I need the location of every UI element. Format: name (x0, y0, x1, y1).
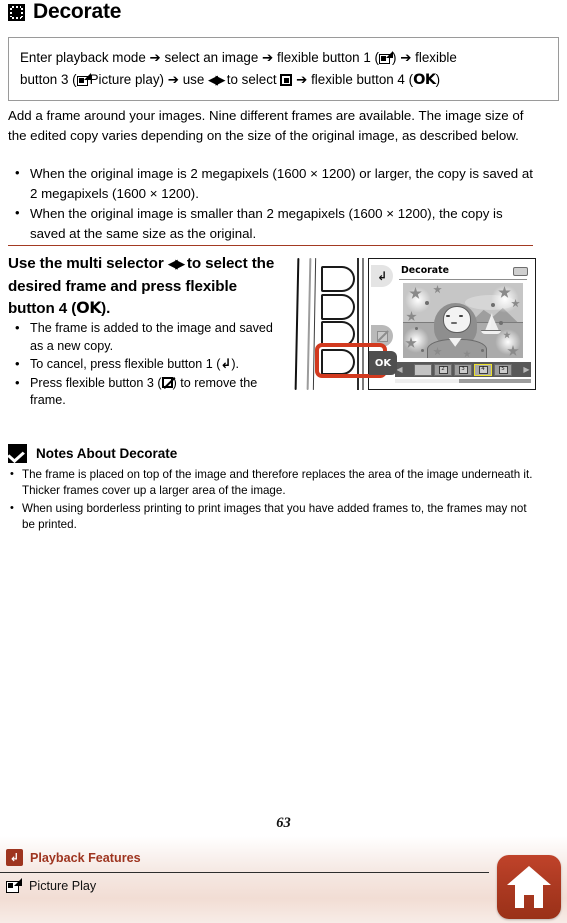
frame-thumbnail[interactable]: 3 (454, 363, 472, 376)
flexible-button-1[interactable] (321, 266, 355, 292)
ok-label: OK (413, 72, 436, 88)
frame-glow (405, 287, 431, 313)
frame-thumbnail-selected[interactable]: 4 (474, 363, 492, 376)
notes-body: The frame is placed on top of the image … (8, 466, 536, 535)
arrow-icon: ➔ (167, 73, 179, 88)
flexible-button-2[interactable] (321, 294, 355, 320)
breadcrumb-picture-play[interactable]: Picture Play (6, 878, 97, 893)
notes-title: Notes About Decorate (36, 446, 178, 461)
battery-icon (513, 267, 528, 276)
frame-dot (481, 349, 484, 352)
intro-paragraph: Add a frame around your images. Nine dif… (8, 108, 524, 143)
step-bullet-list: The frame is added to the image and save… (8, 319, 288, 411)
frame-dot (491, 303, 495, 307)
frame-glow (403, 327, 429, 353)
picture-play-icon (6, 878, 22, 893)
camera-screen: Decorate ↲ OK ◀ 2 3 4 5 ▶ (368, 258, 536, 390)
list-item: When the original image is smaller than … (8, 203, 536, 243)
multi-selector-left-right-icon: ◀▶ (167, 257, 186, 272)
photo-person-eye (446, 314, 451, 317)
section-divider (8, 245, 533, 246)
camera-body-edge (306, 258, 311, 390)
photo-person-eye (459, 314, 464, 317)
arrow-icon: ➔ (400, 51, 412, 66)
frame-thumbnail[interactable] (414, 363, 432, 376)
back-arrow-icon: ↲ (220, 357, 232, 373)
frame-thumbnail[interactable]: 2 (434, 363, 452, 376)
frame-glow (495, 329, 521, 355)
list-item: To cancel, press flexible button 1 (↲). (8, 355, 288, 374)
no-decorate-icon (161, 376, 173, 388)
frame-dot (425, 301, 429, 305)
frame-thumbnail-list: 2 3 4 5 (404, 363, 522, 376)
intro-bullet-list: When the original image is 2 megapixels … (8, 163, 536, 244)
screen-scrollbar[interactable] (395, 379, 531, 383)
page-number: 63 (276, 815, 291, 831)
breadcrumb-divider (0, 872, 489, 874)
page-title-row: Decorate (8, 0, 121, 24)
arrow-icon: ➔ (262, 51, 274, 66)
steps-line-2: button 3 (Picture play) ➔ use ◀▶ to sele… (20, 72, 441, 88)
frame-thumbnail[interactable]: 5 (494, 363, 512, 376)
caution-checkmark-icon (8, 444, 27, 463)
frame-dot (415, 327, 418, 330)
home-button[interactable] (497, 855, 561, 919)
frame-dot (421, 349, 424, 352)
screen-back-button[interactable]: ↲ (371, 265, 393, 287)
multi-selector-left-right-icon: ◀▶ (208, 73, 226, 88)
scrollbar-thumb[interactable] (395, 379, 459, 383)
frame-dot (499, 321, 503, 325)
step-heading: Use the multi selector ◀▶ to select the … (8, 255, 275, 317)
manual-page: Decorate Enter playback mode ➔ select an… (0, 0, 567, 923)
photo-person-mouth (451, 322, 457, 324)
back-arrow-icon: ↲ (6, 849, 23, 866)
list-item: When the original image is 2 megapixels … (8, 163, 536, 203)
breadcrumb-playback-features[interactable]: ↲ Playback Features (6, 849, 141, 866)
photo-person-face (442, 306, 471, 333)
list-item: When using borderless printing to print … (8, 500, 536, 534)
preview-photo (403, 283, 523, 358)
navigation-steps-box: Enter playback mode ➔ select an image ➔ … (8, 37, 559, 101)
screen-ok-button[interactable]: OK (369, 351, 397, 375)
camera-illustration: Decorate ↲ OK ◀ 2 3 4 5 ▶ (294, 258, 536, 390)
notes-header: Notes About Decorate (8, 444, 177, 463)
page-title: Decorate (33, 0, 122, 23)
picture-play-icon (378, 51, 393, 64)
list-item: Press flexible button 3 () to remove the… (8, 374, 288, 410)
ok-label: OK (76, 298, 102, 317)
frame-selector-strip[interactable]: ◀ 2 3 4 5 ▶ (395, 362, 531, 377)
list-item: The frame is added to the image and save… (8, 319, 288, 355)
photo-sailboat-sail (490, 314, 499, 331)
steps-line-1: Enter playback mode ➔ select an image ➔ … (20, 50, 457, 66)
footer-breadcrumbs: ↲ Playback Features Picture Play (0, 836, 567, 923)
arrow-icon: ➔ (149, 51, 161, 66)
list-item: The frame is placed on top of the image … (8, 466, 536, 500)
breadcrumb-label: Picture Play (29, 879, 97, 893)
arrow-icon: ➔ (296, 73, 308, 88)
decorate-frame-icon (8, 3, 25, 21)
screen-title-underline (399, 279, 527, 281)
camera-body-edge (294, 258, 300, 390)
home-icon (507, 866, 551, 908)
strip-right-arrow-icon[interactable]: ▶ (522, 362, 531, 377)
decorate-frame-icon (280, 74, 293, 86)
picture-play-icon (76, 73, 91, 86)
screen-title: Decorate (401, 265, 449, 276)
breadcrumb-label: Playback Features (30, 850, 141, 865)
